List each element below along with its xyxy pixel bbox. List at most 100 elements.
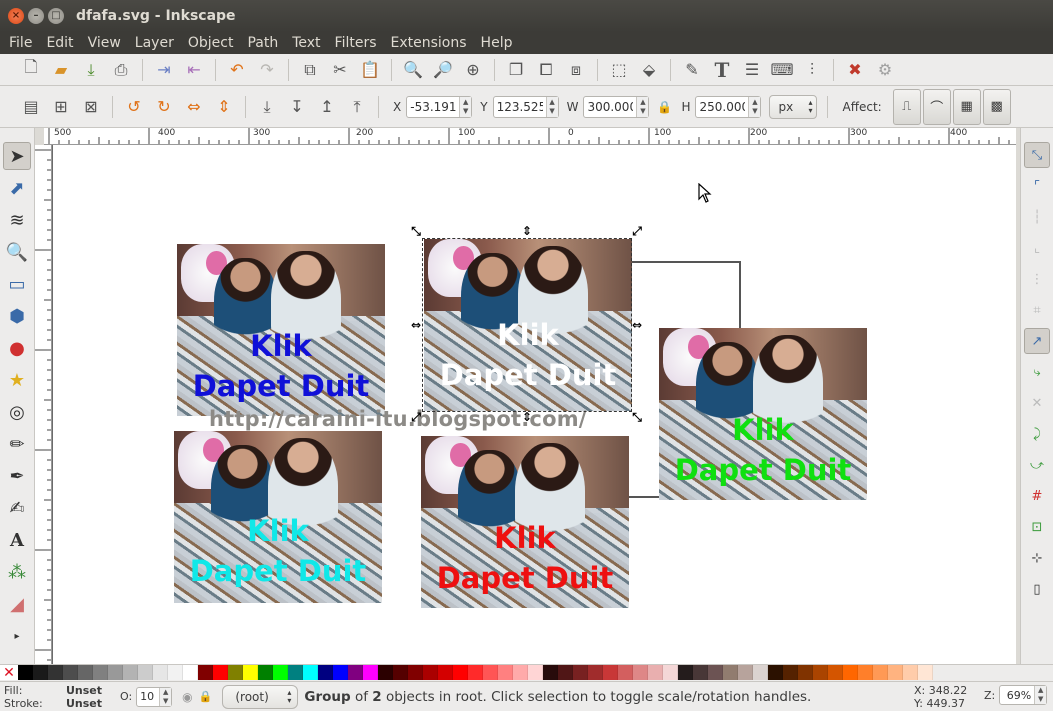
image-red-text[interactable]: Klik Dapet Duit — [421, 436, 629, 608]
color-swatch[interactable] — [183, 665, 198, 680]
scale-handle-w[interactable]: ⇔ — [409, 318, 423, 332]
color-swatch[interactable] — [588, 665, 603, 680]
color-swatch[interactable] — [828, 665, 843, 680]
raise-to-top-icon[interactable]: ⤒ — [345, 95, 369, 119]
color-swatch[interactable] — [813, 665, 828, 680]
x-spin-arrows[interactable]: ▲ ▼ — [459, 96, 472, 117]
zoom-selection-icon[interactable]: 🔍 — [401, 58, 425, 82]
color-swatch[interactable] — [408, 665, 423, 680]
zoom-drawing-icon[interactable]: 🔎 — [431, 58, 455, 82]
snap-bbox-center-icon[interactable]: ⌗ — [1024, 297, 1050, 323]
preferences-icon[interactable]: ✖ — [843, 58, 867, 82]
color-swatch[interactable] — [153, 665, 168, 680]
color-swatch[interactable] — [528, 665, 543, 680]
color-swatch[interactable] — [288, 665, 303, 680]
scale-handle-sw[interactable]: ⤢ — [409, 410, 423, 424]
pen-tool-icon[interactable]: ✒ — [3, 462, 31, 490]
snap-bbox-icon[interactable]: ⌜ — [1024, 173, 1050, 199]
color-swatch[interactable] — [453, 665, 468, 680]
color-swatch[interactable] — [228, 665, 243, 680]
flip-horizontal-icon[interactable]: ⇔ — [182, 95, 206, 119]
document-properties-icon[interactable]: ⚙ — [873, 58, 897, 82]
color-swatch[interactable] — [438, 665, 453, 680]
color-swatch[interactable] — [693, 665, 708, 680]
new-document-icon[interactable]: 🗋 — [19, 57, 43, 82]
lock-icon[interactable]: 🔒 — [199, 690, 213, 703]
maximize-window-button[interactable]: □ — [48, 8, 64, 24]
drawing-canvas[interactable]: Klik Dapet Duit Klik Dapet Duit Klik Dap… — [52, 145, 1016, 664]
3d-box-tool-icon[interactable]: ⬢ — [3, 302, 31, 330]
ungroup-icon[interactable]: ⬙ — [637, 58, 661, 82]
xml-editor-icon[interactable]: ⌨ — [770, 58, 794, 82]
image-cyan-text[interactable]: Klik Dapet Duit — [174, 431, 382, 603]
scale-handle-s[interactable]: ⇕ — [520, 410, 534, 424]
spray-tool-icon[interactable]: ⁂ — [3, 558, 31, 586]
unlink-clone-icon[interactable]: ⧈ — [564, 58, 588, 82]
export-icon[interactable]: ⇤ — [182, 58, 206, 82]
color-swatch[interactable] — [843, 665, 858, 680]
align-distribute-icon[interactable]: ⫶ — [800, 58, 824, 82]
color-swatch[interactable] — [483, 665, 498, 680]
select-all-icon[interactable]: ▤ — [19, 95, 43, 119]
color-swatch[interactable] — [648, 665, 663, 680]
color-swatch[interactable] — [198, 665, 213, 680]
zoom-spin-arrows[interactable]: ▲ ▼ — [1034, 686, 1047, 704]
undo-icon[interactable]: ↶ — [225, 58, 249, 82]
color-swatch[interactable] — [393, 665, 408, 680]
color-swatch[interactable] — [333, 665, 348, 680]
group-icon[interactable]: ⬚ — [607, 58, 631, 82]
color-swatch[interactable] — [93, 665, 108, 680]
paste-icon[interactable]: 📋 — [358, 58, 382, 82]
color-swatch[interactable] — [378, 665, 393, 680]
color-swatch[interactable] — [753, 665, 768, 680]
y-input[interactable] — [493, 96, 546, 117]
snap-cusp-icon[interactable]: ⤸ — [1024, 421, 1050, 447]
x-field[interactable]: ▲▼ — [406, 95, 473, 118]
minimize-window-button[interactable]: – — [28, 8, 44, 24]
color-swatch[interactable] — [423, 665, 438, 680]
menu-help[interactable]: Help — [474, 35, 520, 51]
color-swatch[interactable] — [498, 665, 513, 680]
h-spin-arrows[interactable]: ▲ ▼ — [748, 96, 761, 117]
color-swatch[interactable] — [303, 665, 318, 680]
menu-filters[interactable]: Filters — [328, 35, 384, 51]
scale-handle-e[interactable]: ⇔ — [630, 318, 644, 332]
import-icon[interactable]: ⇥ — [152, 58, 176, 82]
zoom-tool-icon[interactable]: 🔍 — [3, 238, 31, 266]
color-swatch[interactable] — [738, 665, 753, 680]
rectangle-tool-icon[interactable]: ▭ — [3, 270, 31, 298]
color-swatch[interactable] — [348, 665, 363, 680]
color-swatch[interactable] — [258, 665, 273, 680]
color-swatch[interactable] — [108, 665, 123, 680]
color-swatch[interactable] — [708, 665, 723, 680]
color-swatch[interactable] — [468, 665, 483, 680]
color-swatch[interactable] — [513, 665, 528, 680]
scale-handle-se[interactable]: ⤡ — [630, 410, 644, 424]
color-swatch[interactable] — [918, 665, 933, 680]
vertical-ruler[interactable] — [35, 145, 52, 664]
color-swatch[interactable] — [243, 665, 258, 680]
color-swatch[interactable] — [18, 665, 33, 680]
node-tool-icon[interactable]: ⬈ — [3, 174, 31, 202]
text-font-icon[interactable]: T — [710, 58, 734, 82]
scale-handle-nw[interactable]: ⤡ — [409, 224, 423, 238]
color-swatch[interactable] — [573, 665, 588, 680]
snap-paths-icon[interactable]: ⤷ — [1024, 359, 1050, 385]
color-swatch[interactable] — [858, 665, 873, 680]
menu-object[interactable]: Object — [181, 35, 241, 51]
affect-pattern-toggle[interactable]: ▩ — [982, 88, 1011, 125]
h-input[interactable] — [696, 96, 749, 117]
rotate-ccw-icon[interactable]: ↺ — [122, 95, 146, 119]
spiral-tool-icon[interactable]: ◎ — [3, 398, 31, 426]
lower-icon[interactable]: ↧ — [285, 95, 309, 119]
calligraphy-tool-icon[interactable]: ✍ — [3, 494, 31, 522]
color-swatch[interactable] — [888, 665, 903, 680]
unit-select[interactable]: px ▴ ▾ — [769, 94, 818, 119]
snap-midpoints-icon[interactable]: # — [1024, 483, 1050, 509]
color-swatch[interactable] — [48, 665, 63, 680]
zoom-input[interactable] — [1000, 686, 1035, 704]
zoom-page-icon[interactable]: ⊕ — [461, 58, 485, 82]
color-swatch[interactable] — [543, 665, 558, 680]
color-swatch[interactable] — [273, 665, 288, 680]
deselect-icon[interactable]: ⊠ — [79, 95, 103, 119]
